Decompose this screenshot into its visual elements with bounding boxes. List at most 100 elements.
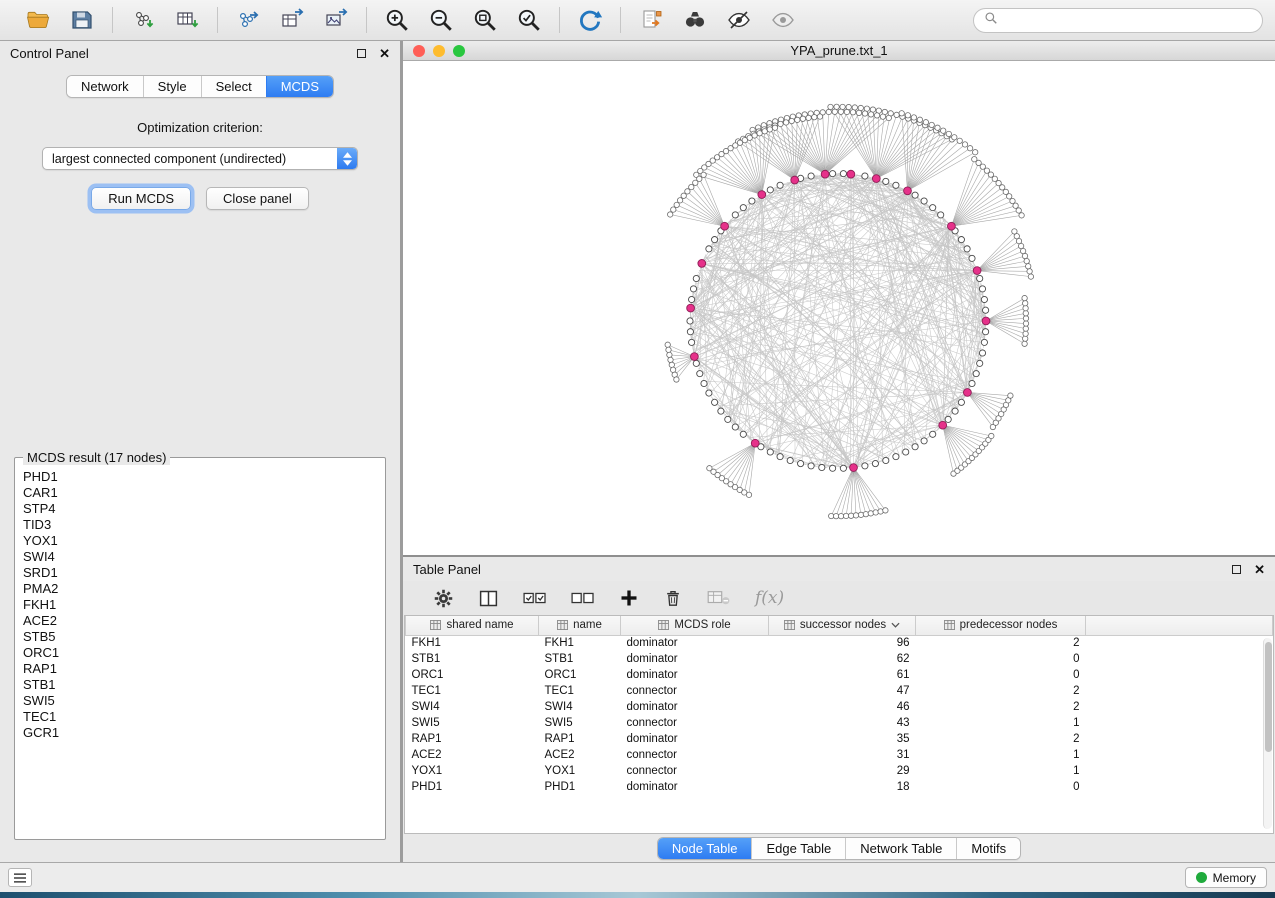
tab-node-table[interactable]: Node Table <box>658 838 752 859</box>
column-header-name[interactable]: name <box>539 616 621 635</box>
open-button[interactable] <box>20 5 56 35</box>
table-row[interactable]: TEC1TEC1connector472 <box>406 683 1273 699</box>
delete-column-button[interactable] <box>663 588 683 609</box>
float-panel-icon[interactable] <box>357 49 366 58</box>
table-row[interactable]: SWI4SWI4dominator462 <box>406 699 1273 715</box>
mcds-node-item[interactable]: GCR1 <box>23 725 383 741</box>
tab-select[interactable]: Select <box>201 76 266 97</box>
table-row[interactable]: RAP1RAP1dominator352 <box>406 731 1273 747</box>
close-panel-button[interactable]: Close panel <box>206 187 309 210</box>
share-document-button[interactable] <box>633 5 669 35</box>
zoom-out-button[interactable] <box>423 5 459 35</box>
refresh-button[interactable] <box>572 5 608 35</box>
open-folder-icon <box>25 8 51 32</box>
zoom-fit-button[interactable] <box>467 5 503 35</box>
mcds-node-item[interactable]: FKH1 <box>23 597 383 613</box>
table-row[interactable]: FKH1FKH1dominator962 <box>406 635 1273 651</box>
column-header-predecessor-nodes[interactable]: predecessor nodes <box>916 616 1086 635</box>
network-graph[interactable] <box>403 61 1275 555</box>
mcds-node-item[interactable]: SRD1 <box>23 565 383 581</box>
status-bar: Memory <box>0 862 1275 892</box>
export-image-icon <box>323 8 349 32</box>
zoom-selected-icon <box>516 7 542 33</box>
table-panel: Table Panel ✕ f(x) <box>403 557 1275 862</box>
network-window-titlebar: YPA_prune.txt_1 <box>403 41 1275 61</box>
function-builder-button[interactable]: f(x) <box>755 588 784 608</box>
memory-label: Memory <box>1213 871 1256 885</box>
tab-network-table[interactable]: Network Table <box>845 838 956 859</box>
tab-network[interactable]: Network <box>67 76 143 97</box>
mcds-node-item[interactable]: ACE2 <box>23 613 383 629</box>
table-row[interactable]: SWI5SWI5connector431 <box>406 715 1273 731</box>
mcds-node-item[interactable]: PHD1 <box>23 469 383 485</box>
table-scrollbar[interactable] <box>1263 638 1272 829</box>
close-panel-icon[interactable]: ✕ <box>379 47 390 60</box>
mcds-node-item[interactable]: CAR1 <box>23 485 383 501</box>
mcds-node-item[interactable]: TID3 <box>23 517 383 533</box>
save-button[interactable] <box>64 5 100 35</box>
table-row[interactable]: ACE2ACE2connector311 <box>406 747 1273 763</box>
import-network-button[interactable] <box>125 5 161 35</box>
find-button[interactable] <box>677 5 713 35</box>
tab-style[interactable]: Style <box>143 76 201 97</box>
zoom-in-button[interactable] <box>379 5 415 35</box>
zoom-selected-button[interactable] <box>511 5 547 35</box>
export-network-button[interactable] <box>230 5 266 35</box>
task-history-button[interactable] <box>8 868 32 887</box>
control-panel-title: Control Panel <box>10 46 89 61</box>
memory-button[interactable]: Memory <box>1185 867 1267 888</box>
deselect-all-columns-button[interactable] <box>571 588 595 608</box>
network-canvas[interactable] <box>403 61 1275 555</box>
add-column-button[interactable] <box>619 588 639 608</box>
mcds-node-item[interactable]: YOX1 <box>23 533 383 549</box>
run-mcds-button[interactable]: Run MCDS <box>91 187 191 210</box>
float-panel-icon[interactable] <box>1232 565 1241 574</box>
node-table-header-row: shared namenameMCDS rolesuccessor nodesp… <box>406 616 1273 635</box>
right-column: YPA_prune.txt_1 Table Panel <box>403 41 1275 862</box>
table-settings-button[interactable] <box>433 588 454 609</box>
mcds-node-item[interactable]: STP4 <box>23 501 383 517</box>
zoom-in-icon <box>384 7 410 33</box>
export-image-button[interactable] <box>318 5 354 35</box>
import-table-icon <box>174 8 200 32</box>
mcds-node-item[interactable]: SWI5 <box>23 693 383 709</box>
search-box <box>973 8 1263 33</box>
toolbar-separator <box>112 7 113 33</box>
show-graphics-details-icon <box>725 8 753 32</box>
mcds-node-item[interactable]: RAP1 <box>23 661 383 677</box>
tab-edge-table[interactable]: Edge Table <box>751 838 845 859</box>
optimization-select[interactable]: largest connected component (undirected) <box>42 147 358 170</box>
table-row[interactable]: ORC1ORC1dominator610 <box>406 667 1273 683</box>
memory-status-dot-icon <box>1196 872 1207 883</box>
mcds-node-item[interactable]: STB5 <box>23 629 383 645</box>
table-row[interactable]: YOX1YOX1connector291 <box>406 763 1273 779</box>
mcds-node-item[interactable]: PMA2 <box>23 581 383 597</box>
table-row[interactable]: PHD1PHD1dominator180 <box>406 779 1273 795</box>
column-header-mcds-role[interactable]: MCDS role <box>621 616 769 635</box>
close-panel-icon[interactable]: ✕ <box>1254 563 1265 576</box>
tab-motifs[interactable]: Motifs <box>956 838 1020 859</box>
table-row[interactable]: STB1STB1dominator620 <box>406 651 1273 667</box>
mcds-result-list[interactable]: PHD1CAR1STP4TID3YOX1SWI4SRD1PMA2FKH1ACE2… <box>17 467 383 837</box>
mcds-node-item[interactable]: STB1 <box>23 677 383 693</box>
tab-mcds[interactable]: MCDS <box>266 76 333 97</box>
scrollbar-thumb[interactable] <box>1265 642 1272 752</box>
eye-icon <box>769 8 797 32</box>
import-table-button[interactable] <box>169 5 205 35</box>
select-all-columns-button[interactable] <box>523 588 547 608</box>
mcds-node-item[interactable]: SWI4 <box>23 549 383 565</box>
toolbar-separator <box>559 7 560 33</box>
hide-graphics-details-button[interactable] <box>765 5 801 35</box>
column-header-successor-nodes[interactable]: successor nodes <box>769 616 916 635</box>
toolbar-separator <box>366 7 367 33</box>
search-input[interactable] <box>1004 13 1252 27</box>
mcds-node-item[interactable]: ORC1 <box>23 645 383 661</box>
mcds-node-item[interactable]: TEC1 <box>23 709 383 725</box>
column-header-shared-name[interactable]: shared name <box>406 616 539 635</box>
node-table: shared namenameMCDS rolesuccessor nodesp… <box>405 616 1273 795</box>
show-columns-button[interactable] <box>478 588 499 609</box>
export-table-button[interactable] <box>274 5 310 35</box>
show-graphics-details-button[interactable] <box>721 5 757 35</box>
control-panel: Control Panel ✕ NetworkStyleSelectMCDS O… <box>0 41 403 862</box>
network-window-title: YPA_prune.txt_1 <box>403 43 1275 58</box>
